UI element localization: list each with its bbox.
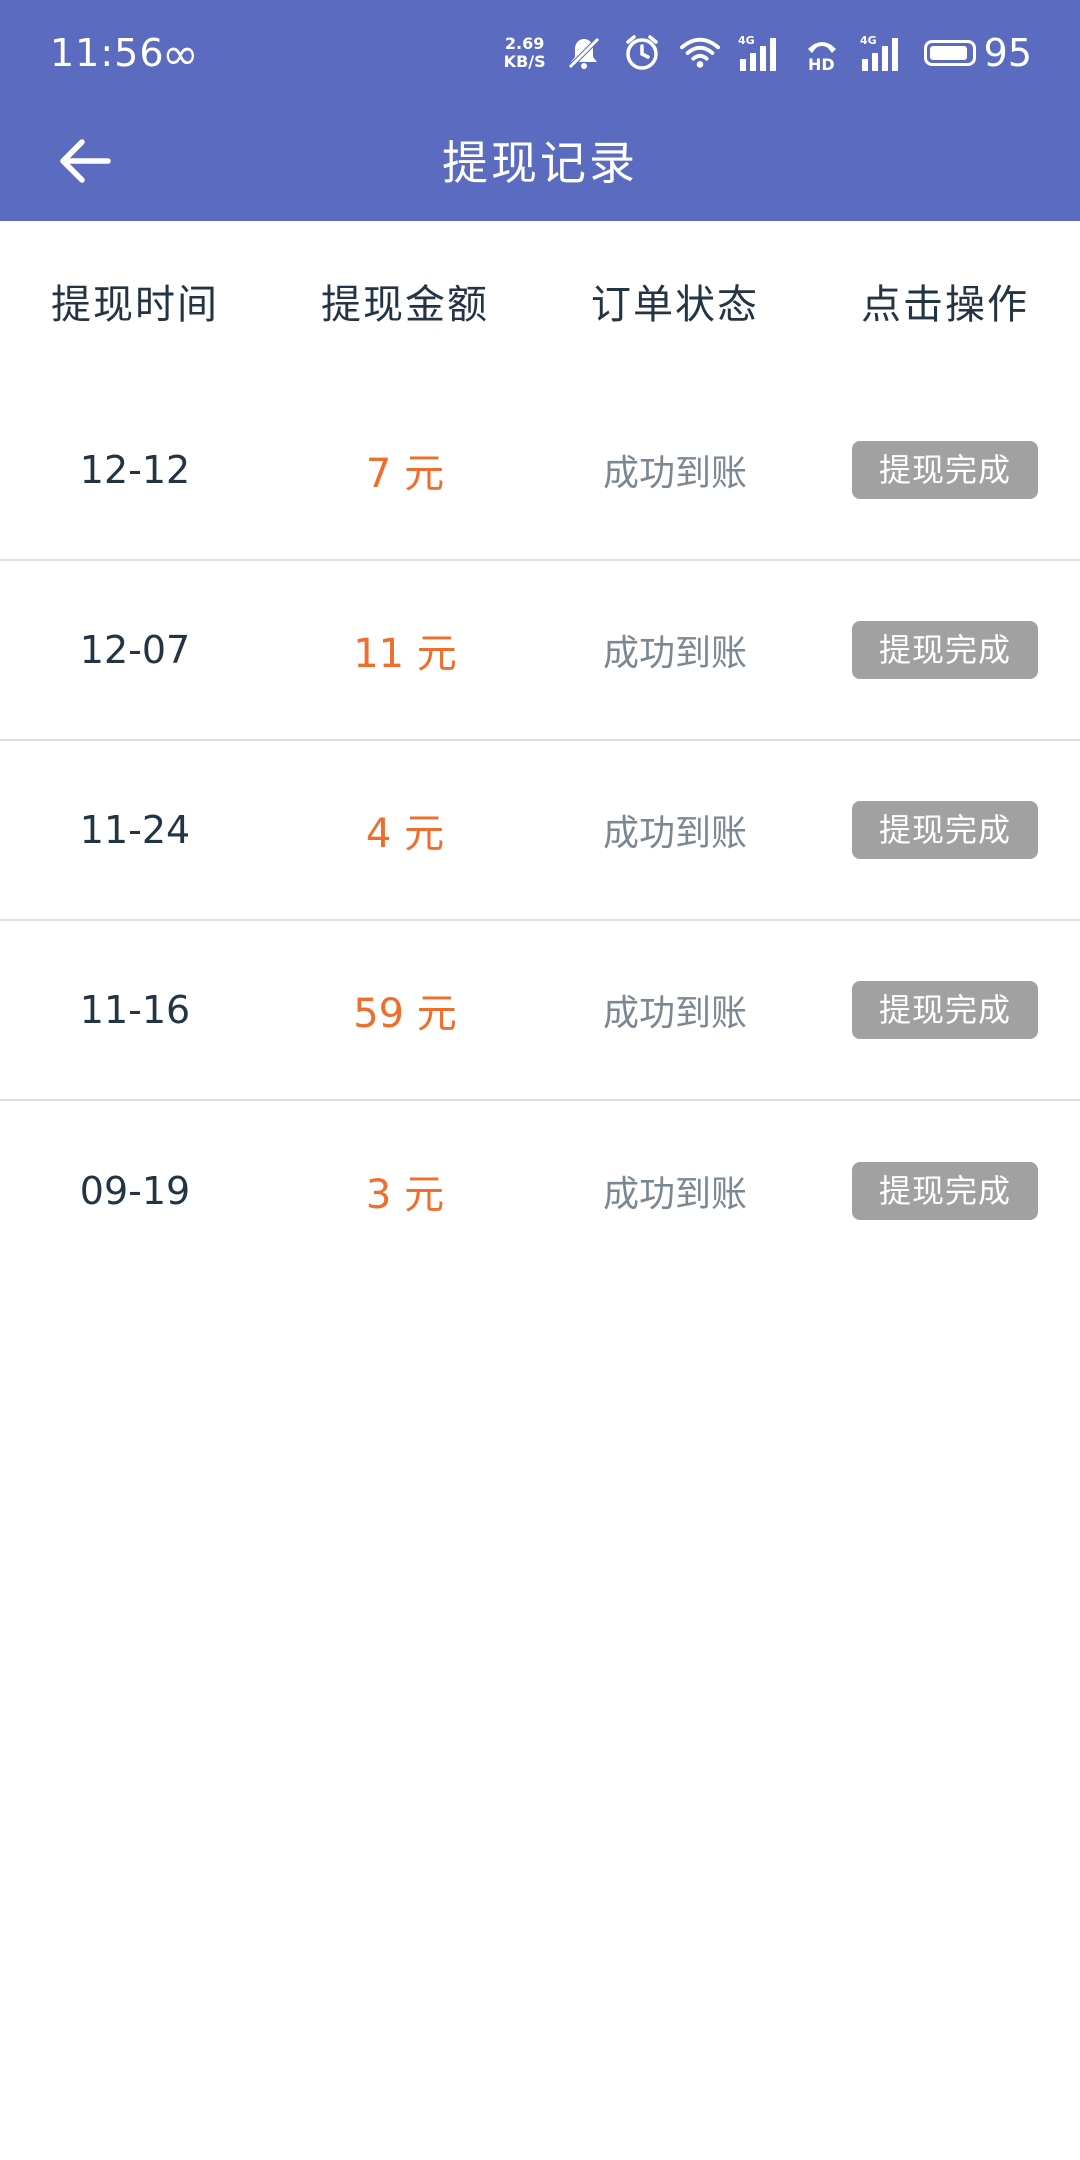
row-date: 11-16 xyxy=(79,988,191,1032)
status-icons: 2.69 KB/S 4G HD 4G 95 xyxy=(504,28,1032,78)
row-date: 12-12 xyxy=(79,448,191,492)
alarm-icon xyxy=(622,33,662,73)
mute-bell-icon xyxy=(564,33,604,73)
row-date: 09-19 xyxy=(79,1169,191,1213)
row-status: 成功到账 xyxy=(602,813,747,854)
battery-level: 95 xyxy=(983,31,1032,75)
signal-4g-icon: 4G xyxy=(738,33,784,73)
hd-call-icon: HD xyxy=(802,33,842,73)
wifi-icon xyxy=(679,33,720,73)
battery-icon xyxy=(923,40,976,66)
net-speed-value: 2.69 xyxy=(504,34,545,53)
table-row: 12-12 7 元 成功到账 提现完成 xyxy=(0,381,1080,561)
app-root: 11:56 ∞ 2.69 KB/S 4G HD 4G 95 提现记录 提现时间 … xyxy=(0,0,1080,2160)
battery-fill xyxy=(929,46,968,60)
row-date: 11-24 xyxy=(79,808,191,852)
back-arrow-icon xyxy=(56,136,112,190)
row-status: 成功到账 xyxy=(602,1174,747,1215)
signal-4g-label: 4G xyxy=(738,34,755,47)
table-header: 提现时间 提现金额 订单状态 点击操作 xyxy=(0,221,1080,381)
header: 11:56 ∞ 2.69 KB/S 4G HD 4G 95 提现记录 xyxy=(0,0,1080,221)
loop-icon: ∞ xyxy=(162,29,199,80)
row-action-cell: 提现完成 xyxy=(810,621,1080,679)
withdraw-complete-button[interactable]: 提现完成 xyxy=(852,441,1038,499)
withdrawal-table: 提现时间 提现金额 订单状态 点击操作 12-12 7 元 成功到账 提现完成 … xyxy=(0,221,1080,1281)
status-time: 11:56 xyxy=(50,31,165,75)
withdraw-complete-button[interactable]: 提现完成 xyxy=(852,981,1038,1039)
row-action-cell: 提现完成 xyxy=(810,441,1080,499)
table-row: 12-07 11 元 成功到账 提现完成 xyxy=(0,561,1080,741)
table-row: 11-24 4 元 成功到账 提现完成 xyxy=(0,741,1080,921)
table-row: 09-19 3 元 成功到账 提现完成 xyxy=(0,1101,1080,1281)
table-body: 12-12 7 元 成功到账 提现完成 12-07 11 元 成功到账 提现完成… xyxy=(0,381,1080,1281)
row-action-cell: 提现完成 xyxy=(810,1162,1080,1220)
row-amount: 4 元 xyxy=(365,811,445,857)
row-status: 成功到账 xyxy=(602,453,747,494)
signal-4g-label: 4G xyxy=(860,34,877,47)
withdraw-complete-button[interactable]: 提现完成 xyxy=(852,621,1038,679)
net-speed: 2.69 KB/S xyxy=(504,35,546,71)
row-amount: 59 元 xyxy=(353,991,457,1037)
row-action-cell: 提现完成 xyxy=(810,981,1080,1039)
row-status: 成功到账 xyxy=(602,993,747,1034)
withdraw-complete-button[interactable]: 提现完成 xyxy=(852,801,1038,859)
header-action: 点击操作 xyxy=(861,282,1029,328)
header-time: 提现时间 xyxy=(51,282,219,328)
withdraw-complete-button[interactable]: 提现完成 xyxy=(852,1162,1038,1220)
row-amount: 3 元 xyxy=(365,1172,445,1218)
row-date: 12-07 xyxy=(79,628,191,672)
header-amount: 提现金额 xyxy=(321,282,489,328)
page-title: 提现记录 xyxy=(442,136,638,190)
signal-4g-icon: 4G xyxy=(860,33,906,73)
row-status: 成功到账 xyxy=(602,633,747,674)
row-amount: 11 元 xyxy=(353,631,457,677)
header-status: 订单状态 xyxy=(591,282,759,328)
app-bar: 提现记录 xyxy=(0,105,1080,221)
row-action-cell: 提现完成 xyxy=(810,801,1080,859)
back-button[interactable] xyxy=(44,123,124,203)
net-speed-unit: KB/S xyxy=(503,52,546,71)
hd-label: HD xyxy=(808,55,835,73)
battery-indicator: 95 xyxy=(923,28,1032,78)
row-amount: 7 元 xyxy=(365,451,445,497)
status-bar: 11:56 ∞ 2.69 KB/S 4G HD 4G 95 xyxy=(0,0,1080,105)
table-row: 11-16 59 元 成功到账 提现完成 xyxy=(0,921,1080,1101)
